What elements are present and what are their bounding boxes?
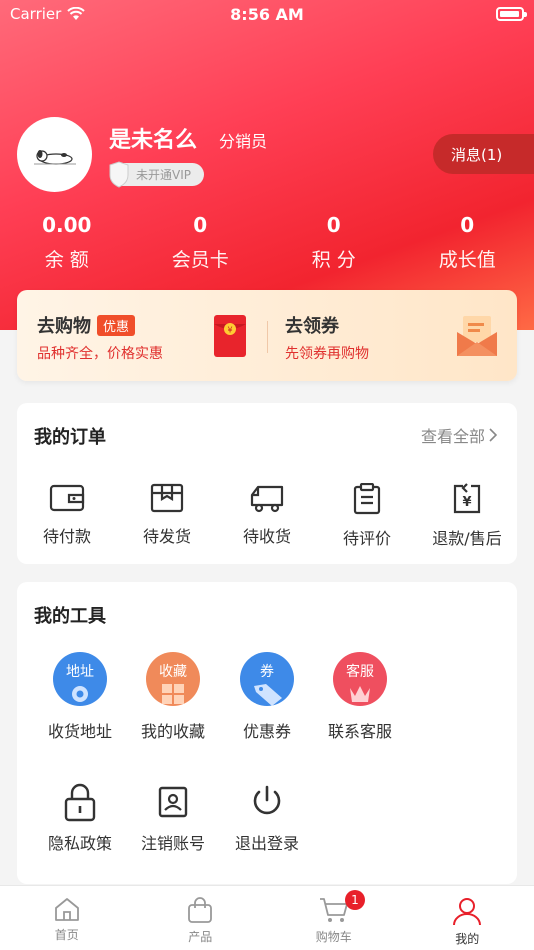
order-pending-payment[interactable]: 待付款 [17,483,117,549]
tool-coupons[interactable]: 券 优惠券 [217,652,317,742]
tab-products[interactable]: 产品 [134,886,268,950]
tool-logout[interactable]: 退出登录 [217,784,317,854]
red-envelope-icon: ¥ [214,315,246,357]
tool-badge-text: 券 [260,664,274,680]
view-all-label: 查看全部 [420,427,485,446]
order-pending-shipment[interactable]: 待发货 [117,483,217,549]
lock-icon [64,783,96,822]
tool-label: 退出登录 [234,834,299,853]
promo-discount-tag: 优惠 [97,314,136,336]
stat-value: 0 [460,213,475,237]
stat-label: 积 分 [311,249,356,271]
view-all-orders-link[interactable]: 查看全部 [421,423,497,447]
wallet-icon [49,484,85,512]
refund-icon: ¥ [453,483,481,514]
tool-badge-text: 收藏 [159,664,187,680]
tool-label: 优惠券 [242,722,291,741]
order-label: 待发货 [142,527,191,546]
tool-label: 联系客服 [327,722,392,741]
tab-label: 产品 [188,930,213,944]
stat-value: 0 [193,213,208,237]
order-label: 退款/售后 [432,529,502,548]
coupon-tag-icon: 券 [240,652,294,706]
order-pending-review[interactable]: 待评价 [317,483,417,549]
order-label: 待付款 [42,527,91,546]
tab-label: 首页 [54,928,79,942]
cart-count-badge: 1 [345,890,365,910]
promo-coupon-subtitle: 先领券再购物 [285,346,369,362]
tool-shipping-address[interactable]: 地址 收货地址 [30,652,130,742]
orders-row: 待付款 待发货 待收货 待评价 ¥ 退款/售后 [17,483,517,549]
tool-privacy-policy[interactable]: 隐私政策 [30,782,130,854]
user-role: 分销员 [219,132,268,151]
tool-badge-text: 地址 [66,664,94,680]
battery-icon [496,7,527,21]
promo-shop-title-row: 去购物 优惠 [37,312,136,338]
stat-label: 会员卡 [171,249,229,271]
order-label: 待收货 [242,527,291,546]
order-refund-aftersale[interactable]: ¥ 退款/售后 [417,483,517,549]
stat-value: 0 [326,213,341,237]
vip-status-badge[interactable]: 未开通VIP [109,161,204,188]
stat-growth[interactable]: 0 成长值 [401,213,534,272]
bag-icon [188,897,213,923]
stats-row: 0.00 余 额 0 会员卡 0 积 分 0 成长值 [0,213,534,272]
vip-status-label: 未开通VIP [136,168,191,182]
stat-value: 0.00 [42,213,92,237]
svg-text:¥: ¥ [227,326,232,335]
tools-card: 我的工具 地址 收货地址 收藏 我的收藏 券 优惠券 客服 联系客服 隐私政策 … [17,582,517,884]
bottom-tab-bar: 首页 产品 1 购物车 我的 [0,885,534,950]
username: 是未名么 [109,128,198,153]
stat-points[interactable]: 0 积 分 [267,213,401,272]
home-icon [54,898,79,921]
promo-banner: 去购物 优惠 品种齐全，价格实惠 ¥ 去领券 先领券再购物 [17,290,517,381]
status-time: 8:56 AM [230,5,304,24]
tool-label: 收货地址 [47,722,112,741]
tool-label: 隐私政策 [47,834,112,853]
stat-label: 成长值 [438,249,496,271]
stat-balance[interactable]: 0.00 余 额 [0,213,134,272]
tools-title: 我的工具 [34,606,106,627]
messages-label: 消息(1) [451,145,503,164]
clipboard-icon [353,483,381,515]
status-bar: Carrier 8:56 AM [0,0,534,28]
order-pending-receipt[interactable]: 待收货 [217,483,317,549]
tool-badge-text: 客服 [346,664,374,680]
sleeping-dog-icon [33,149,76,165]
chevron-right-icon [489,428,497,442]
user-icon [453,898,482,926]
tool-label: 我的收藏 [140,722,205,741]
favorites-icon: 收藏 [146,652,200,706]
order-label: 待评价 [342,529,391,548]
stat-member-card[interactable]: 0 会员卡 [134,213,268,272]
orders-card: 我的订单 查看全部 待付款 待发货 待收货 待评价 ¥ 退款/售后 [17,403,517,564]
tab-cart[interactable]: 1 购物车 [267,886,401,950]
tab-label: 购物车 [315,930,352,944]
tab-me[interactable]: 我的 [401,886,534,950]
promo-shop-subtitle: 品种齐全，价格实惠 [37,346,163,362]
promo-shop-title: 去购物 [37,316,91,337]
coupon-envelope-icon [457,316,497,356]
truck-icon [250,485,284,513]
svg-text:¥: ¥ [462,495,471,510]
stat-label: 余 额 [44,249,89,271]
get-coupon-card[interactable]: 去领券 先领券再购物 [267,290,517,381]
tool-my-favorites[interactable]: 收藏 我的收藏 [123,652,223,742]
messages-button[interactable]: 消息(1) [433,134,534,174]
location-icon: 地址 [53,652,107,706]
tab-label: 我的 [455,932,480,946]
tool-delete-account[interactable]: 注销账号 [123,786,223,854]
avatar[interactable] [17,117,92,192]
power-icon [253,785,281,815]
tab-home[interactable]: 首页 [0,886,134,950]
promo-coupon-title: 去领券 [285,316,339,337]
tool-label: 注销账号 [140,834,205,853]
tool-customer-service[interactable]: 客服 联系客服 [310,652,410,742]
orders-title: 我的订单 [34,427,106,448]
account-card-icon [158,786,188,818]
vip-shield-icon [109,161,129,188]
customer-service-icon: 客服 [333,652,387,706]
go-shopping-card[interactable]: 去购物 优惠 品种齐全，价格实惠 ¥ [17,290,267,381]
package-icon [150,483,184,513]
